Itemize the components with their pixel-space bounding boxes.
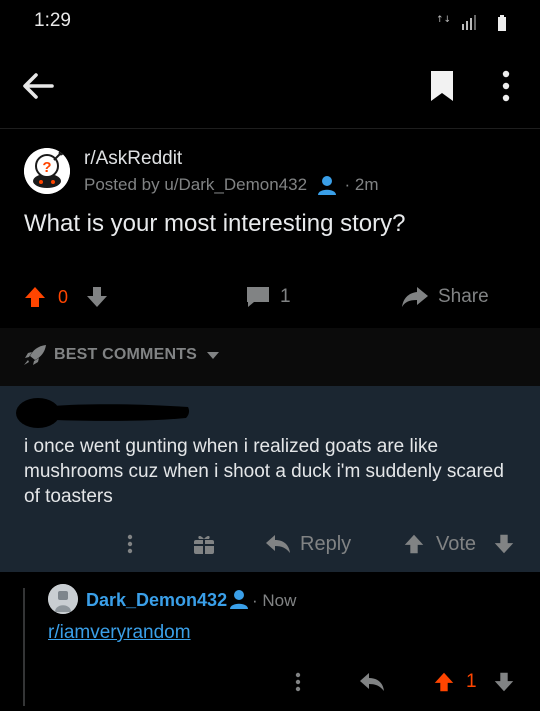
reply-score: 1 bbox=[466, 671, 477, 692]
moderator-icon bbox=[317, 176, 336, 195]
post-age: 2m bbox=[354, 175, 379, 194]
gift-icon bbox=[194, 535, 214, 554]
reply-downvote-button[interactable] bbox=[492, 668, 516, 696]
post-score: 0 bbox=[58, 286, 69, 307]
comment-upvote-button[interactable]: Vote bbox=[402, 530, 476, 558]
subreddit-name[interactable]: r/AskReddit bbox=[84, 148, 182, 170]
reply-avatar[interactable] bbox=[48, 584, 78, 614]
meta-prefix: Posted by bbox=[84, 175, 160, 194]
svg-text:↑↓: ↑↓ bbox=[436, 15, 451, 25]
reply-subreddit-link[interactable]: r/iamveryrandom bbox=[48, 622, 191, 644]
reply-age: · Now bbox=[252, 591, 297, 610]
upvote-icon bbox=[434, 672, 454, 692]
share-label[interactable]: Share bbox=[438, 284, 489, 310]
comment-more-button[interactable] bbox=[124, 530, 136, 558]
sort-selector[interactable]: BEST COMMENTS bbox=[22, 344, 221, 366]
reply-author[interactable]: Dark_Demon432 bbox=[86, 590, 227, 611]
comment-reply-button[interactable]: Reply bbox=[264, 530, 351, 558]
upvote-icon bbox=[25, 287, 45, 307]
share-icon bbox=[402, 287, 428, 307]
post-actions: 0 1 Share bbox=[0, 272, 540, 322]
downvote-icon bbox=[87, 287, 107, 307]
comment-downvote-button[interactable] bbox=[492, 530, 516, 558]
redacted-username bbox=[16, 398, 190, 428]
more-vertical-icon[interactable] bbox=[492, 68, 520, 104]
reply-label: Reply bbox=[300, 532, 352, 555]
status-time: 1:29 bbox=[34, 10, 71, 31]
meta-separator: · bbox=[344, 175, 351, 194]
chevron-down-icon bbox=[207, 352, 220, 359]
status-bar: 1:29 ↑↓ bbox=[0, 0, 540, 44]
app-bar bbox=[0, 44, 540, 128]
post-header: ? r/AskReddit Posted by u/Dark_Demon432 … bbox=[24, 146, 524, 202]
post-author[interactable]: u/Dark_Demon432 bbox=[164, 175, 307, 194]
post-upvote-button[interactable] bbox=[22, 284, 48, 310]
moderator-icon bbox=[230, 590, 248, 609]
post-comment-count: 1 bbox=[280, 286, 291, 307]
upvote-icon bbox=[404, 534, 424, 554]
svg-text:?: ? bbox=[42, 159, 51, 176]
more-vertical-icon bbox=[127, 534, 133, 554]
reply-icon bbox=[266, 535, 290, 553]
bookmark-icon[interactable] bbox=[426, 68, 458, 104]
post-downvote-button[interactable] bbox=[84, 284, 110, 310]
rocket-icon bbox=[24, 345, 46, 365]
comment-actions: Reply Vote bbox=[0, 524, 540, 564]
post-title: What is your most interesting story? bbox=[24, 210, 406, 237]
back-arrow-icon[interactable] bbox=[16, 66, 60, 106]
comment: i once went gunting when i realized goat… bbox=[0, 386, 540, 572]
downvote-icon bbox=[494, 534, 514, 554]
reply-icon bbox=[360, 673, 384, 691]
sort-label: BEST COMMENTS bbox=[54, 346, 198, 363]
downvote-icon bbox=[494, 672, 514, 692]
reply-reply-button[interactable] bbox=[358, 668, 386, 696]
comment-body: i once went gunting when i realized goat… bbox=[24, 436, 504, 507]
vote-label: Vote bbox=[436, 532, 477, 555]
reply-comment: Dark_Demon432 · Now r/iamveryrandom 1 bbox=[0, 572, 540, 711]
reply-actions: 1 bbox=[0, 664, 540, 704]
post-comments-button[interactable] bbox=[244, 284, 272, 310]
subreddit-avatar-icon[interactable]: ? bbox=[24, 148, 70, 194]
reply-upvote-button[interactable] bbox=[432, 668, 456, 696]
comment-icon bbox=[247, 287, 269, 307]
post-meta: Posted by u/Dark_Demon432 · 2m bbox=[84, 174, 379, 196]
reply-more-button[interactable] bbox=[292, 668, 304, 696]
header-divider bbox=[0, 128, 540, 129]
comment-award-button[interactable] bbox=[192, 530, 216, 558]
signal-icon: ↑↓ bbox=[436, 15, 506, 31]
sort-bar[interactable]: BEST COMMENTS bbox=[0, 328, 540, 386]
more-vertical-icon bbox=[295, 672, 301, 692]
post-share-button[interactable] bbox=[400, 284, 430, 310]
